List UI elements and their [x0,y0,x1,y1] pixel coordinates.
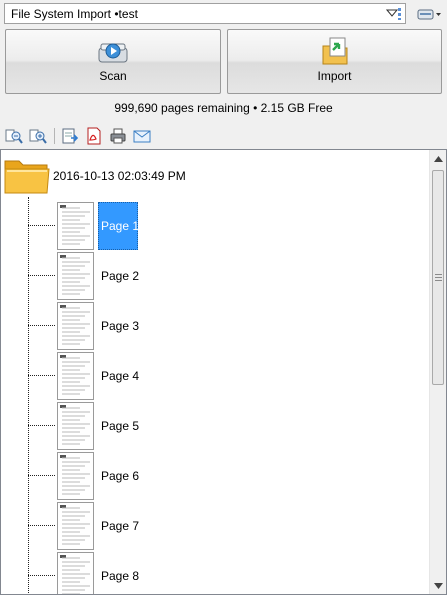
scroll-down-icon[interactable] [430,577,446,594]
import-label: Import [317,69,352,83]
tree-connector-line [28,275,55,276]
tree-connector-line [28,525,55,526]
pdf-icon[interactable] [83,126,105,146]
page-label: Page 8 [101,569,140,583]
page-tree-view[interactable]: 2016-10-13 02:03:49 PM Page 1 Page 2 Page … [0,149,447,595]
tree-connector-line [28,225,55,226]
scanner-menu-icon [417,9,441,19]
page-thumbnail[interactable] [57,502,94,550]
page-thumbnail[interactable] [57,202,94,250]
page-thumbnail[interactable] [57,402,94,450]
page-label: Page 4 [101,369,140,383]
profile-menu-button[interactable] [414,3,444,24]
folder-icon [3,155,51,198]
page-label: Page 1 [101,219,140,233]
tree-connector-line [28,375,55,376]
vertical-scrollbar[interactable] [429,150,446,594]
batch-folder-node[interactable]: 2016-10-13 02:03:49 PM [3,156,186,196]
tree-connector-line [28,425,55,426]
scan-label: Scan [99,69,127,83]
scan-button[interactable]: Scan [5,29,221,94]
page-node[interactable]: Page 4 [28,351,408,401]
thumbnail-toolbar [0,124,447,148]
export-icon[interactable] [59,126,81,146]
scroll-up-icon[interactable] [430,150,446,167]
scanner-icon [95,36,131,66]
page-label: Page 2 [101,269,140,283]
page-label: Page 5 [101,419,140,433]
profile-select[interactable]: File System Import •test [4,3,406,24]
zoom-out-icon[interactable] [3,126,25,146]
page-label: Page 6 [101,469,140,483]
zoom-in-icon[interactable] [27,126,49,146]
page-label: Page 3 [101,319,140,333]
scrollbar-thumb[interactable] [432,170,444,385]
page-node[interactable]: Page 7 [28,501,408,551]
page-thumbnail[interactable] [57,552,94,594]
pages-remaining-status: 999,690 pages remaining • 2.15 GB Free [114,101,333,115]
email-icon[interactable] [131,126,153,146]
page-thumbnail[interactable] [57,452,94,500]
page-thumbnail[interactable] [57,302,94,350]
tree-connector-line [28,575,55,576]
tree-connector-line [28,325,55,326]
dropdown-arrow-icon[interactable] [386,6,402,21]
page-node[interactable]: Page 8 [28,551,408,594]
page-thumbnail[interactable] [57,352,94,400]
profile-name: File System Import •test [11,6,138,21]
tree-connector-line [28,475,55,476]
page-thumbnail[interactable] [57,252,94,300]
import-icon [317,36,353,66]
page-label: Page 7 [101,519,140,533]
print-icon[interactable] [107,126,129,146]
import-button[interactable]: Import [227,29,442,94]
page-node[interactable]: Page 2 [28,251,408,301]
page-node[interactable]: Page 3 [28,301,408,351]
page-node[interactable]: Page 6 [28,451,408,501]
page-node[interactable]: Page 5 [28,401,408,451]
batch-label: 2016-10-13 02:03:49 PM [53,169,186,183]
toolbar-separator [54,128,55,144]
page-node[interactable]: Page 1 [28,201,408,251]
